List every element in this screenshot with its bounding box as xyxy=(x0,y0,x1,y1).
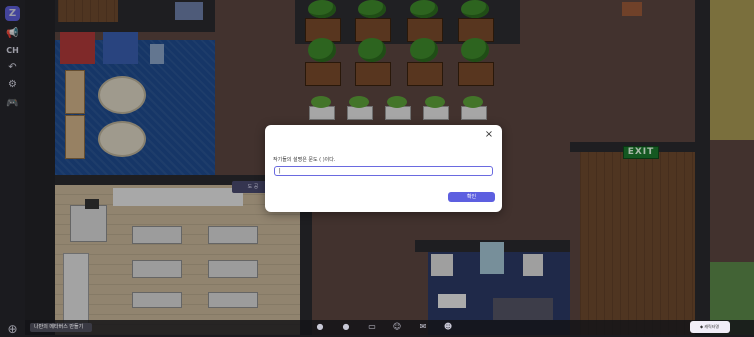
chat-icon[interactable]: ✉ xyxy=(418,322,428,332)
confirm-button[interactable]: 확인 xyxy=(448,192,495,202)
create-metaverse-button[interactable]: 나만의 메타버스 만들기 xyxy=(30,323,92,332)
answer-dialog: × 작기들의 설명은 문도 ( )이다. 확인 xyxy=(265,125,502,212)
bottom-bar: ● ● ▭ ☺ ✉ ☻ xyxy=(25,320,754,335)
participants-icon[interactable]: ☻ xyxy=(443,322,453,332)
emoji-icon[interactable]: ☺ xyxy=(392,322,402,332)
mic-icon[interactable]: ● xyxy=(315,322,325,332)
user-chip[interactable]: ◆ 캐릭터명 xyxy=(690,321,730,333)
screen-share-icon[interactable]: ▭ xyxy=(367,322,377,332)
video-icon[interactable]: ● xyxy=(341,322,351,332)
close-icon[interactable]: × xyxy=(484,130,494,140)
answer-input[interactable] xyxy=(274,166,493,176)
dialog-question-label: 작기들의 설명은 문도 ( )이다. xyxy=(273,157,336,163)
